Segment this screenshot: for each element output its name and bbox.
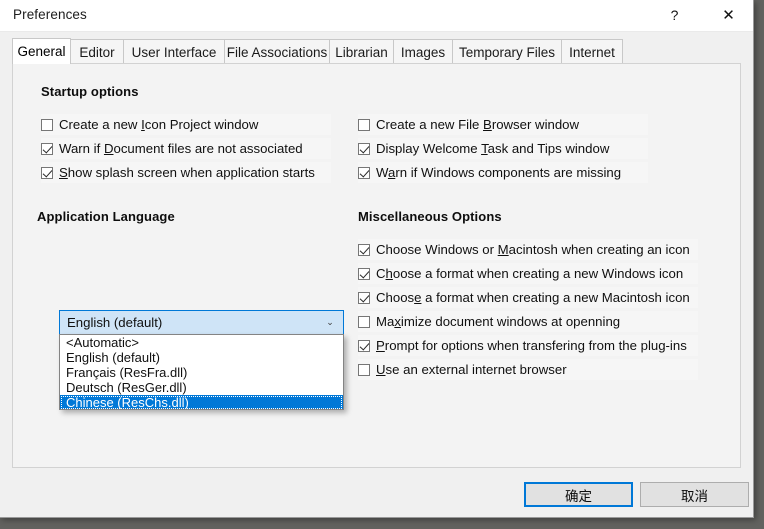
checkbox-row[interactable]: Choose Windows or Macintosh when creatin… bbox=[358, 239, 698, 260]
ok-button[interactable]: 确定 bbox=[524, 482, 633, 507]
dropdown-option[interactable]: English (default) bbox=[60, 350, 343, 365]
tab-label: Internet bbox=[569, 44, 615, 60]
dropdown-option[interactable]: Deutsch (ResGer.dll) bbox=[60, 380, 343, 395]
checkbox-unchecked-icon[interactable] bbox=[358, 363, 370, 376]
checkbox-row[interactable]: Choose a format when creating a new Wind… bbox=[358, 263, 698, 284]
application-language-dropdown-list[interactable]: <Automatic> English (default) Français (Re… bbox=[59, 334, 344, 410]
tab-strip: General Editor User Interface File Associat… bbox=[12, 38, 741, 64]
title-bar: Preferences ? ✕ bbox=[0, 0, 753, 32]
application-language-title: Application Language bbox=[37, 209, 175, 224]
checkbox-row[interactable]: Warn if Windows components are missing bbox=[358, 162, 648, 183]
preferences-dialog: Preferences ? ✕ General Editor User Interf… bbox=[0, 0, 754, 518]
checkbox-row[interactable]: Display Welcome Task and Tips window bbox=[358, 138, 648, 159]
checkbox-unchecked-icon[interactable] bbox=[358, 315, 370, 328]
checkbox-label: Create a new File Browser window bbox=[376, 117, 580, 132]
tab-page-general: Startup options Create a new Icon Projec… bbox=[12, 63, 741, 468]
tab-label: Librarian bbox=[335, 44, 388, 60]
checkbox-label: Use an external internet browser bbox=[376, 362, 567, 377]
help-icon[interactable]: ? bbox=[652, 0, 697, 30]
checkbox-unchecked-icon[interactable] bbox=[41, 118, 53, 131]
startup-options-title: Startup options bbox=[41, 84, 139, 99]
checkbox-label: Choose a format when creating a new Wind… bbox=[376, 266, 684, 281]
tab-user-interface[interactable]: User Interface bbox=[123, 39, 225, 64]
miscellaneous-options-title: Miscellaneous Options bbox=[358, 209, 502, 224]
tab-file-associations[interactable]: File Associations bbox=[224, 39, 330, 64]
dropdown-option[interactable]: Français (ResFra.dll) bbox=[60, 365, 343, 380]
tab-general[interactable]: General bbox=[12, 38, 71, 64]
tab-librarian[interactable]: Librarian bbox=[329, 39, 394, 64]
checkbox-label: Warn if Windows components are missing bbox=[376, 165, 622, 180]
checkbox-row[interactable]: Prompt for options when transfering from… bbox=[358, 335, 698, 356]
checkbox-checked-icon[interactable] bbox=[358, 142, 370, 155]
checkbox-row[interactable]: Warn if Document files are not associate… bbox=[41, 138, 331, 159]
application-language-combobox[interactable]: English (default) ⌄ bbox=[59, 310, 344, 335]
checkbox-row[interactable]: Choose a format when creating a new Maci… bbox=[358, 287, 698, 308]
tab-internet[interactable]: Internet bbox=[561, 39, 623, 64]
tab-images[interactable]: Images bbox=[393, 39, 453, 64]
checkbox-label: Show splash screen when application star… bbox=[59, 165, 315, 180]
tab-label: Editor bbox=[79, 44, 115, 60]
checkbox-checked-icon[interactable] bbox=[41, 166, 53, 179]
dropdown-option[interactable]: Chinese (ResChs.dll) bbox=[60, 395, 343, 409]
checkbox-row[interactable]: Maximize document windows at openning bbox=[358, 311, 698, 332]
checkbox-row[interactable]: Create a new Icon Project window bbox=[41, 114, 331, 135]
checkbox-checked-icon[interactable] bbox=[358, 291, 370, 304]
checkbox-row[interactable]: Show splash screen when application star… bbox=[41, 162, 331, 183]
checkbox-label: Display Welcome Task and Tips window bbox=[376, 141, 610, 156]
tab-label: Temporary Files bbox=[458, 44, 556, 60]
tab-label: General bbox=[17, 44, 66, 59]
checkbox-checked-icon[interactable] bbox=[41, 142, 53, 155]
dropdown-option[interactable]: <Automatic> bbox=[60, 335, 343, 350]
checkbox-label: Maximize document windows at openning bbox=[376, 314, 621, 329]
checkbox-checked-icon[interactable] bbox=[358, 267, 370, 280]
checkbox-row[interactable]: Create a new File Browser window bbox=[358, 114, 648, 135]
chevron-down-icon[interactable]: ⌄ bbox=[317, 317, 343, 328]
checkbox-label: Choose Windows or Macintosh when creatin… bbox=[376, 242, 690, 257]
checkbox-unchecked-icon[interactable] bbox=[358, 118, 370, 131]
tab-label: Images bbox=[400, 44, 446, 60]
tab-temporary-files[interactable]: Temporary Files bbox=[452, 39, 562, 64]
checkbox-checked-icon[interactable] bbox=[358, 339, 370, 352]
checkbox-row[interactable]: Use an external internet browser bbox=[358, 359, 698, 380]
checkbox-checked-icon[interactable] bbox=[358, 243, 370, 256]
checkbox-checked-icon[interactable] bbox=[358, 166, 370, 179]
checkbox-label: Warn if Document files are not associate… bbox=[59, 141, 303, 156]
checkbox-label: Prompt for options when transfering from… bbox=[376, 338, 687, 353]
cancel-button[interactable]: 取消 bbox=[640, 482, 749, 507]
checkbox-label: Create a new Icon Project window bbox=[59, 117, 259, 132]
close-icon[interactable]: ✕ bbox=[706, 0, 751, 30]
checkbox-label: Choose a format when creating a new Maci… bbox=[376, 290, 690, 305]
tab-editor[interactable]: Editor bbox=[70, 39, 124, 64]
window-title: Preferences bbox=[13, 7, 87, 22]
tab-label: User Interface bbox=[131, 44, 217, 60]
tab-label: File Associations bbox=[226, 44, 328, 60]
application-language-value: English (default) bbox=[67, 315, 163, 330]
